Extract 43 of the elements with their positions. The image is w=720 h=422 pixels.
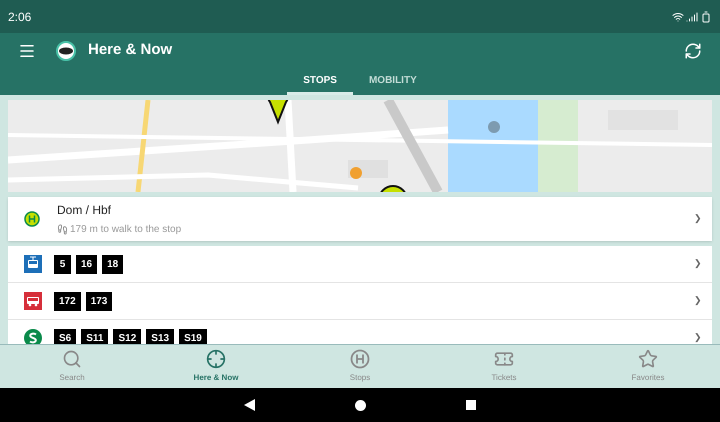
- chevron: ❯: [694, 294, 702, 308]
- nav-item[interactable]: Here & Now: [144, 345, 288, 388]
- line-number: S12: [113, 328, 142, 344]
- search-icon: [62, 349, 82, 369]
- line-number: 16: [76, 254, 98, 274]
- nav-item[interactable]: Tickets: [432, 345, 576, 388]
- bus-icon: [24, 292, 42, 310]
- signal-icon: [686, 10, 698, 22]
- line-number: 173: [86, 292, 112, 310]
- tab[interactable]: MOBILITY: [352, 68, 433, 95]
- status-time: 2:06: [8, 8, 32, 26]
- chevron: ❯: [694, 331, 702, 344]
- home-icon[interactable]: [355, 400, 366, 410]
- battery-icon: [700, 10, 712, 22]
- line-number: 172: [54, 292, 81, 310]
- chevron: ❯: [694, 257, 702, 270]
- stop-icon: [24, 211, 40, 227]
- stop-icon: [350, 349, 370, 369]
- logo-icon: [56, 40, 76, 60]
- nav-item[interactable]: Stops: [288, 345, 432, 388]
- back-icon[interactable]: [244, 399, 255, 411]
- line-number: S13: [146, 328, 174, 344]
- line-number: 5: [54, 254, 71, 274]
- walking-icon: [57, 224, 68, 235]
- refresh-button[interactable]: [684, 42, 702, 60]
- line-number: S19: [179, 328, 207, 344]
- tram-icon: [24, 255, 42, 273]
- walk-distance: 179 m to walk to the stop: [70, 223, 182, 237]
- line-row[interactable]: 172 173 ❯: [8, 283, 712, 320]
- nav-item[interactable]: Search: [0, 345, 144, 388]
- app-title: Here & Now: [88, 40, 172, 60]
- stop-name: Dom / Hbf: [57, 202, 112, 219]
- crosshair-icon: [206, 349, 226, 369]
- wifi-icon: [672, 10, 684, 22]
- line-number: 18: [102, 254, 124, 274]
- star-icon: [638, 349, 658, 369]
- stop-card[interactable]: Dom / Hbf 179 m to walk to the stop ❯: [8, 197, 712, 241]
- tab[interactable]: STOPS: [287, 68, 353, 95]
- line-number: S6: [54, 328, 76, 344]
- nav-item[interactable]: Favorites: [576, 345, 720, 388]
- chevron: ❯: [694, 212, 702, 226]
- line-number: S11: [81, 328, 108, 344]
- line-row[interactable]: 5 16 18 ❯: [8, 246, 712, 283]
